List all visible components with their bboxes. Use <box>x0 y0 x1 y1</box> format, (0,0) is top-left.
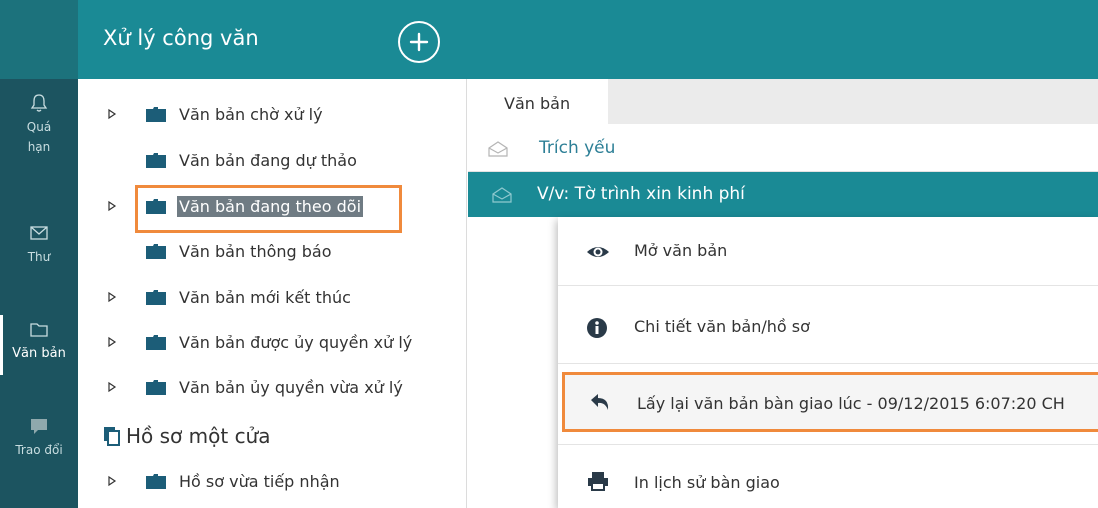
rail-item-label: Thư <box>27 250 51 264</box>
tree-item[interactable]: Văn bản thông báo <box>78 237 467 265</box>
column-header[interactable]: Trích yếu <box>468 125 1098 172</box>
left-rail: Quá hạn Thư Văn bản Trao đổi <box>0 79 78 508</box>
rail-item-label: Quá hạn <box>26 120 52 154</box>
menu-item-retrieve[interactable]: Lấy lại văn bản bàn giao lúc - 09/12/201… <box>562 372 1098 432</box>
document-row-title: V/v: Tờ trình xin kinh phí <box>537 184 745 204</box>
tree-item[interactable]: Văn bản mới kết thúc <box>78 283 467 311</box>
tree-item-label: Văn bản được ủy quyền xử lý <box>179 332 413 352</box>
app-title: Xử lý công văn <box>103 26 259 50</box>
mail-icon <box>30 226 48 240</box>
menu-item-label: In lịch sử bàn giao <box>634 473 780 492</box>
caret-right-icon[interactable] <box>106 381 118 393</box>
envelope-open-icon <box>492 187 512 203</box>
folder-icon <box>146 106 166 122</box>
folder-icon <box>146 152 166 168</box>
tree-item-label: Hồ sơ vừa tiếp nhận <box>179 471 340 491</box>
menu-item-print-history[interactable]: In lịch sử bàn giao <box>558 448 1098 508</box>
plus-circle-icon <box>409 32 429 52</box>
menu-item-label: Chi tiết văn bản/hồ sơ <box>634 317 810 336</box>
caret-right-icon[interactable] <box>106 108 118 120</box>
menu-item-details[interactable]: Chi tiết văn bản/hồ sơ <box>558 293 1098 365</box>
rail-item-label: Văn bản <box>12 346 66 361</box>
caret-right-icon[interactable] <box>106 291 118 303</box>
annotation-highlight-tree <box>135 185 402 233</box>
section-title: Hồ sơ một cửa <box>126 424 271 448</box>
folder-icon <box>30 323 48 337</box>
eye-icon <box>587 247 609 257</box>
printer-icon <box>588 472 608 491</box>
menu-item-label: Mở văn bản <box>634 241 728 260</box>
menu-separator <box>558 363 1098 364</box>
rail-item-discussion[interactable]: Trao đổi <box>0 416 78 460</box>
tree-item[interactable]: Văn bản được ủy quyền xử lý <box>78 328 467 356</box>
rail-item-mail[interactable]: Thư <box>0 223 78 267</box>
tab-documents[interactable]: Văn bản <box>468 79 608 125</box>
tree-item[interactable]: Hồ sơ vừa tiếp nhận <box>78 467 467 495</box>
app-header: Xử lý công văn <box>0 0 1098 79</box>
document-row-selected[interactable]: V/v: Tờ trình xin kinh phí <box>468 172 1098 217</box>
chat-icon <box>31 419 47 434</box>
rail-item-documents[interactable]: Văn bản <box>0 320 78 364</box>
folder-icon <box>146 379 166 395</box>
tree-item[interactable]: Văn bản đang dự thảo <box>78 146 467 174</box>
rail-item-label: Trao đổi <box>15 443 63 457</box>
info-icon <box>587 318 607 338</box>
tree-item[interactable]: Văn bản chờ xử lý <box>78 100 467 128</box>
menu-separator <box>558 285 1098 286</box>
caret-right-icon[interactable] <box>106 200 118 212</box>
add-button[interactable] <box>398 21 440 63</box>
column-header-label: Trích yếu <box>539 138 616 158</box>
folder-icon <box>146 289 166 305</box>
tree-item-label: Văn bản đang dự thảo <box>179 150 357 170</box>
undo-arrow-icon <box>591 394 609 410</box>
folder-icon <box>146 334 166 350</box>
menu-item-open[interactable]: Mở văn bản <box>558 217 1098 289</box>
tree-item-label: Văn bản thông báo <box>179 241 332 261</box>
tree-item[interactable]: Văn bản ủy quyền vừa xử lý <box>78 373 467 401</box>
folder-icon <box>146 243 166 259</box>
rail-item-overdue[interactable]: Quá hạn <box>0 93 78 157</box>
caret-right-icon[interactable] <box>106 475 118 487</box>
tree-item-label: Văn bản ủy quyền vừa xử lý <box>179 377 403 397</box>
folder-tree: Văn bản chờ xử lý Văn bản đang dự thảo V… <box>78 79 467 508</box>
header-rail-corner <box>0 0 78 79</box>
bell-icon <box>30 94 48 112</box>
menu-separator <box>558 444 1098 445</box>
folder-icon <box>146 473 166 489</box>
tree-item-label: Văn bản mới kết thúc <box>179 287 351 307</box>
documents-stack-icon <box>104 427 120 446</box>
section-header-one-stop[interactable]: Hồ sơ một cửa <box>102 424 271 448</box>
tree-item-label: Văn bản chờ xử lý <box>179 104 323 124</box>
caret-right-icon[interactable] <box>106 336 118 348</box>
envelope-open-icon <box>488 141 508 157</box>
menu-item-label: Lấy lại văn bản bàn giao lúc - 09/12/201… <box>637 394 1065 413</box>
